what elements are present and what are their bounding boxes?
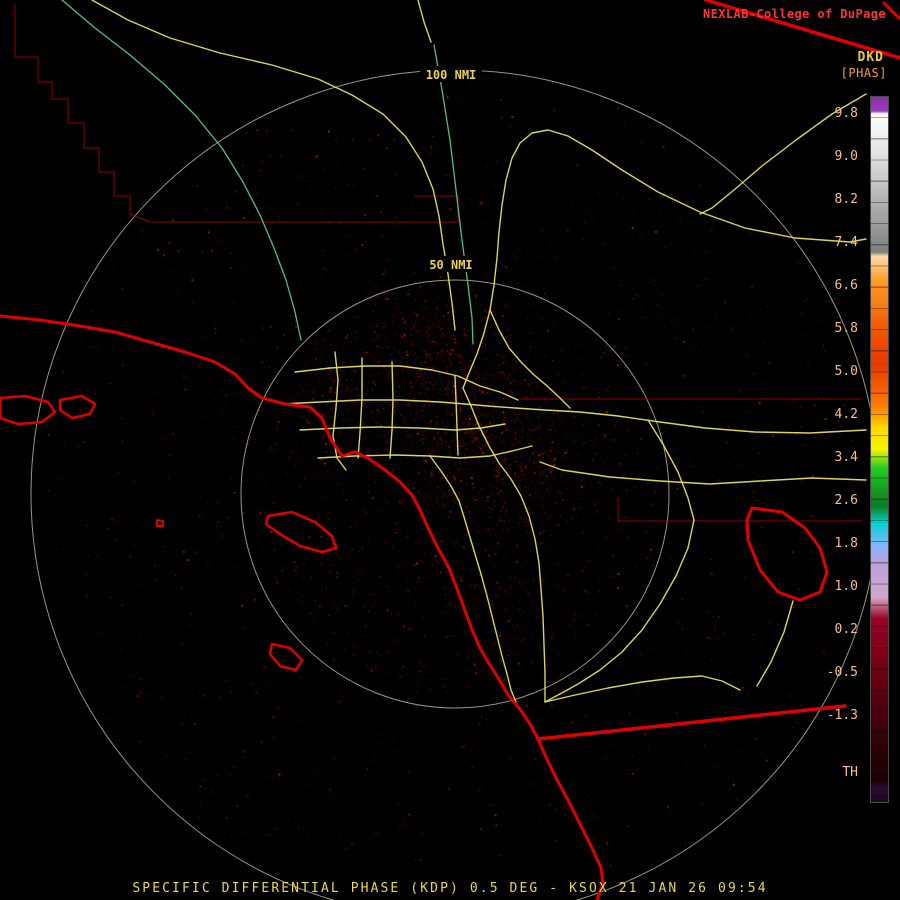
- colorbar-tick-label: 3.4: [834, 450, 858, 465]
- product-caption: SPECIFIC DIFFERENTIAL PHASE (KDP) 0.5 DE…: [132, 881, 768, 896]
- colorbar-tick-label: 0.2: [834, 622, 858, 637]
- colorbar-tick-label: 9.0: [834, 149, 858, 164]
- colorbar-tick-label: 6.6: [834, 278, 858, 293]
- colorbar-tick-label: 2.6: [834, 493, 858, 508]
- secondary-highways: [61, 0, 474, 345]
- radar-map: 100 NMI 50 NMI: [0, 0, 900, 900]
- colorbar: [870, 96, 889, 803]
- colorbar-tick-labels: 9.8 9.0 8.2 7.4 6.6 5.8 5.0 4.2 3.4 2.6 1.8 1.0 0.2 -…: [818, 0, 864, 900]
- radar-screen: 100 NMI 50 NMI NEXLAB-College of DuPage …: [0, 0, 900, 900]
- ring-label-100nmi: 100 NMI: [426, 68, 477, 82]
- colorbar-tick-label: 4.2: [834, 407, 858, 422]
- colorbar-tick-label: 8.2: [834, 192, 858, 207]
- colorbar-threshold-label: TH: [842, 765, 858, 780]
- range-rings: [30, 69, 880, 900]
- colorbar-tick-label: 9.8: [834, 106, 858, 121]
- colorbar-tick-label: -0.5: [826, 665, 858, 680]
- ring-label-50nmi: 50 NMI: [429, 258, 472, 272]
- colorbar-tick-label: 5.8: [834, 321, 858, 336]
- coastline-borders: [0, 0, 900, 900]
- ring-labels: 100 NMI 50 NMI: [420, 66, 482, 272]
- colorbar-tick-label: 7.4: [834, 235, 858, 250]
- colorbar-gradient: [871, 97, 888, 802]
- colorbar-tick-label: 1.8: [834, 536, 858, 551]
- highways: [91, 0, 867, 703]
- colorbar-tick-label: 5.0: [834, 364, 858, 379]
- colorbar-tick-label: -1.3: [826, 708, 858, 723]
- colorbar-tick-label: 1.0: [834, 579, 858, 594]
